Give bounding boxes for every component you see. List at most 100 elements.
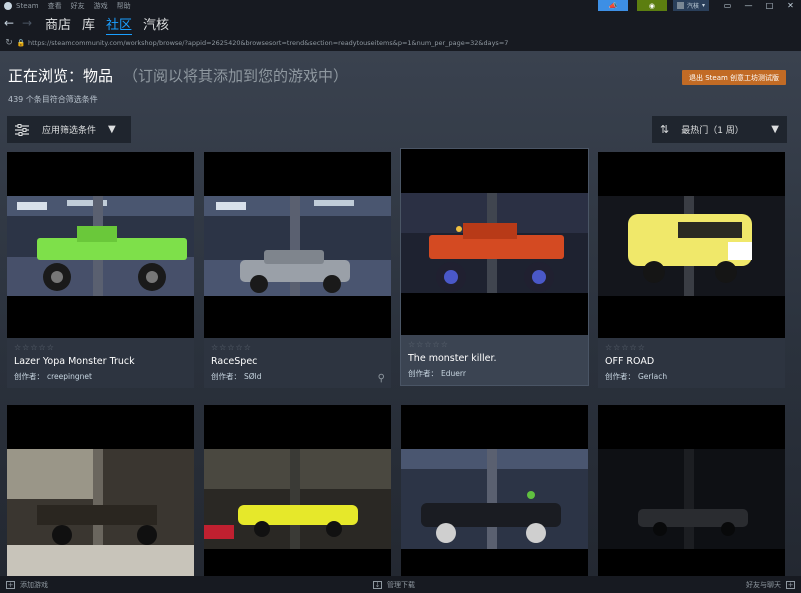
- maximize-button[interactable]: □: [759, 0, 780, 11]
- megaphone-icon: 📣: [608, 1, 618, 10]
- sort-label: 最热门（1 周）: [681, 126, 744, 136]
- url-bar: ↻ 🔒 https://steamcommunity.com/workshop/…: [0, 35, 801, 51]
- result-count: 439 个条目符合筛选条件: [8, 95, 98, 104]
- item-author: 创作者： SØld: [211, 371, 262, 382]
- rating-stars: ☆☆☆☆☆: [14, 343, 55, 352]
- item-thumbnail-image: [204, 152, 391, 338]
- menu-view[interactable]: 查看: [48, 1, 62, 11]
- bigpicture-button[interactable]: ▭: [717, 0, 738, 11]
- url-text[interactable]: https://steamcommunity.com/workshop/brow…: [28, 39, 508, 47]
- item-thumbnail-image: [204, 405, 391, 576]
- reload-icon[interactable]: ↻: [2, 38, 16, 48]
- bell-icon: ◉: [648, 1, 656, 10]
- maximize-icon: □: [765, 1, 774, 10]
- back-arrow-icon[interactable]: ←: [0, 16, 18, 30]
- notifications-button[interactable]: ◉: [636, 0, 667, 11]
- author-name[interactable]: Eduerr: [441, 369, 466, 378]
- item-meta: ☆☆☆☆☆ OFF ROAD 创作者： Gerlach: [598, 338, 785, 388]
- manage-downloads-button[interactable]: ↓ 管理下载: [373, 580, 415, 590]
- item-thumbnail-image: [598, 152, 785, 338]
- chevron-down-icon: ▾: [701, 2, 705, 9]
- workshop-item-card[interactable]: [7, 405, 194, 576]
- tab-library[interactable]: 库: [82, 14, 95, 33]
- minimize-button[interactable]: —: [738, 0, 759, 11]
- sort-dropdown[interactable]: ⇅ 最热门（1 周） ▼: [652, 116, 787, 143]
- menu-steam[interactable]: Steam: [16, 2, 39, 10]
- workshop-item-card[interactable]: [598, 405, 785, 576]
- author-label: 创作者：: [211, 372, 241, 381]
- item-thumbnail-image: [7, 152, 194, 338]
- item-thumbnail-image: [598, 405, 785, 576]
- sort-icon: ⇅: [660, 123, 670, 136]
- plus-icon: +: [6, 580, 15, 589]
- friends-chat-button[interactable]: 好友与聊天 +: [746, 580, 795, 590]
- item-thumbnail: [7, 405, 194, 576]
- item-title[interactable]: RaceSpec: [211, 356, 257, 367]
- item-author: 创作者： Gerlach: [605, 371, 667, 382]
- item-title[interactable]: OFF ROAD: [605, 356, 654, 367]
- workshop-item-card[interactable]: ☆☆☆☆☆ The monster killer. 创作者： Eduerr: [400, 148, 589, 386]
- close-button[interactable]: ✕: [780, 0, 801, 11]
- apply-filters-label: 应用筛选条件: [42, 126, 97, 136]
- rating-stars: ☆☆☆☆☆: [211, 343, 252, 352]
- item-thumbnail: [598, 405, 785, 576]
- workshop-item-card[interactable]: [204, 405, 391, 576]
- item-thumbnail: [401, 405, 588, 576]
- item-thumbnail: [204, 405, 391, 576]
- item-thumbnail-image: [401, 149, 588, 335]
- account-menu[interactable]: 汽核 ▾: [672, 0, 709, 11]
- lock-icon: 🔒: [16, 39, 26, 47]
- page-title: 正在浏览：物品 （订阅以将其添加到您的游戏中）: [8, 65, 348, 86]
- search-icon[interactable]: ⚲: [378, 373, 385, 384]
- rating-stars: ☆☆☆☆☆: [408, 340, 449, 349]
- add-game-button[interactable]: + 添加游戏: [6, 580, 48, 590]
- item-title[interactable]: The monster killer.: [408, 353, 497, 364]
- forward-arrow-icon[interactable]: →: [18, 16, 36, 30]
- steam-logo-icon: [4, 1, 12, 10]
- item-thumbnail: [401, 149, 588, 335]
- author-name[interactable]: Gerlach: [638, 372, 667, 381]
- announcements-button[interactable]: 📣: [597, 0, 628, 11]
- workshop-item-card[interactable]: [401, 405, 588, 576]
- menu-help[interactable]: 帮助: [117, 1, 131, 11]
- author-name[interactable]: creepingnet: [47, 372, 92, 381]
- menu-games[interactable]: 游戏: [94, 1, 108, 11]
- close-icon: ✕: [787, 1, 794, 10]
- workshop-item-card[interactable]: ☆☆☆☆☆ Lazer Yopa Monster Truck 创作者： creep…: [7, 152, 194, 388]
- exit-beta-button[interactable]: 退出 Steam 创意工坊测试版: [682, 70, 786, 85]
- minimize-icon: —: [744, 1, 753, 10]
- page-subtitle: （订阅以将其添加到您的游戏中）: [123, 67, 349, 85]
- status-bar: + 添加游戏 ↓ 管理下载 好友与聊天 +: [0, 576, 801, 593]
- tab-profile[interactable]: 汽核: [143, 14, 169, 33]
- workshop-content: 正在浏览：物品 （订阅以将其添加到您的游戏中） 439 个条目符合筛选条件 退出 …: [0, 51, 801, 576]
- rating-stars: ☆☆☆☆☆: [605, 343, 646, 352]
- item-thumbnail: [7, 152, 194, 338]
- item-meta: ☆☆☆☆☆ Lazer Yopa Monster Truck 创作者： creep…: [7, 338, 194, 388]
- chevron-down-icon: ▼: [771, 124, 779, 135]
- workshop-item-card[interactable]: ☆☆☆☆☆ RaceSpec 创作者： SØld ⚲: [204, 152, 391, 388]
- friends-chat-label: 好友与聊天: [746, 581, 781, 589]
- apply-filters-button[interactable]: 应用筛选条件 ▼: [7, 116, 131, 143]
- item-title[interactable]: Lazer Yopa Monster Truck: [14, 356, 135, 367]
- tab-community[interactable]: 社区: [106, 14, 133, 36]
- item-thumbnail: [598, 152, 785, 338]
- download-icon: ↓: [373, 580, 382, 589]
- author-label: 创作者：: [14, 372, 44, 381]
- tab-store[interactable]: 商店: [45, 14, 71, 33]
- nav-bar: ← → 商店 库 社区 汽核: [0, 11, 801, 36]
- manage-downloads-label: 管理下载: [387, 581, 415, 589]
- workshop-item-card[interactable]: ☆☆☆☆☆ OFF ROAD 创作者： Gerlach: [598, 152, 785, 388]
- avatar: [676, 2, 684, 9]
- item-thumbnail-image: [401, 405, 588, 576]
- author-label: 创作者：: [605, 372, 635, 381]
- author-label: 创作者：: [408, 369, 438, 378]
- add-game-label: 添加游戏: [20, 581, 48, 589]
- item-thumbnail: [204, 152, 391, 338]
- chevron-down-icon: ▼: [108, 124, 116, 135]
- account-name: 汽核: [686, 3, 699, 10]
- menu-friends[interactable]: 好友: [71, 1, 85, 11]
- author-name[interactable]: SØld: [244, 372, 262, 381]
- item-thumbnail-image: [7, 405, 194, 576]
- monitor-icon: ▭: [723, 1, 732, 10]
- page-title-main: 正在浏览：物品: [8, 67, 114, 85]
